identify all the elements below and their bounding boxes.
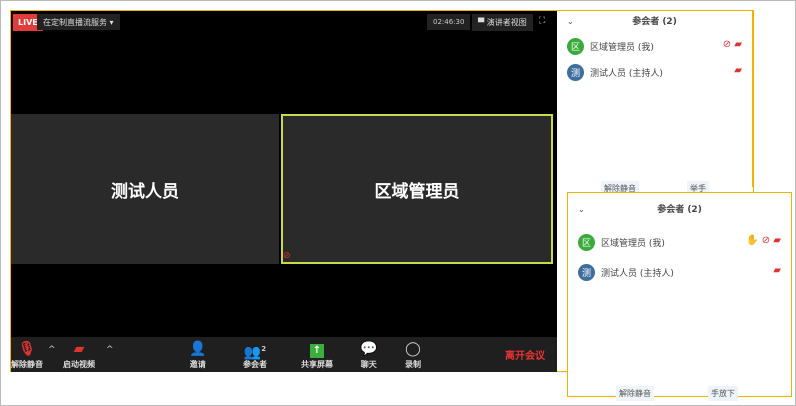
audio-options-caret-icon[interactable]: ^ bbox=[48, 345, 56, 355]
video-off-icon: ▰ bbox=[773, 235, 781, 246]
avatar: 区 bbox=[578, 233, 595, 251]
muted-mic-icon: ⊘ bbox=[761, 235, 771, 246]
video-off-icon: ▰ bbox=[734, 39, 742, 50]
meeting-timer: 02:46:30 bbox=[427, 14, 471, 30]
avatar: 测 bbox=[567, 63, 584, 81]
participant-name: 区域管理员 (我) bbox=[601, 238, 665, 249]
participant-name: 测试人员 (主持人) bbox=[590, 68, 663, 79]
stream-title-dropdown[interactable]: 在定制直播流服务 ▾ bbox=[37, 14, 120, 30]
avatar: 测 bbox=[578, 263, 595, 281]
lower-hand-button[interactable]: 手放下 bbox=[708, 386, 738, 401]
start-video-button[interactable]: ▰ 启动视频 bbox=[63, 339, 95, 370]
participant-row[interactable]: 测测试人员 (主持人) ▰ bbox=[568, 257, 791, 287]
toolbar: 🎙 解除静音 ^ ▰ 启动视频 ^ 👤 邀请 👥2 参会者 ↑ 共享屏幕 💬 聊天 ◯ 录制 … bbox=[11, 337, 557, 372]
speaker-view-button[interactable]: ▀ 演讲者视图 bbox=[472, 14, 533, 31]
participant-row[interactable]: 测测试人员 (主持人) ▰ bbox=[557, 59, 752, 85]
video-tile[interactable]: 测试人员 bbox=[11, 114, 279, 264]
participants-icon: 👥2 bbox=[243, 344, 267, 361]
chat-label: 聊天 bbox=[360, 360, 377, 369]
leave-meeting-button[interactable]: 离开会议 bbox=[505, 347, 545, 362]
muted-mic-icon: ⊘ bbox=[283, 251, 291, 261]
collapse-chevron-icon[interactable]: ⌄ bbox=[578, 193, 585, 227]
unmute-button[interactable]: 解除静音 bbox=[616, 386, 654, 401]
participants-button[interactable]: 👥2 参会者 bbox=[243, 339, 267, 370]
tile-name: 测试人员 bbox=[111, 181, 179, 202]
tile-name: 区域管理员 bbox=[374, 181, 460, 202]
participant-name: 测试人员 (主持人) bbox=[601, 268, 674, 279]
record-icon: ◯ bbox=[405, 341, 421, 357]
avatar: 区 bbox=[567, 37, 584, 55]
participant-row[interactable]: 区区域管理员 (我) ⊘ ▰ bbox=[557, 33, 752, 59]
participants-panel: ⌄ 参会者 (2) 区区域管理员 (我) ⊘ ▰ 测测试人员 (主持人) ▰ 解除静音… bbox=[557, 11, 753, 196]
record-label: 录制 bbox=[405, 360, 421, 369]
video-off-icon: ▰ bbox=[773, 265, 781, 276]
invite-label: 邀请 bbox=[189, 360, 206, 369]
speaker-view-label: 演讲者视图 bbox=[486, 18, 527, 27]
unmute-label: 解除静音 bbox=[11, 360, 43, 369]
video-tile-active[interactable]: 区域管理员 bbox=[281, 114, 553, 264]
video-options-caret-icon[interactable]: ^ bbox=[106, 345, 114, 355]
panel-title: 参会者 (2) bbox=[632, 17, 677, 27]
start-video-label: 启动视频 bbox=[63, 360, 95, 369]
video-area: LIVE 在定制直播流服务 ▾ 02:46:30 ▀ 演讲者视图 ⛶ 测试人员 … bbox=[11, 11, 557, 337]
chat-button[interactable]: 💬 聊天 bbox=[360, 339, 377, 370]
share-screen-button[interactable]: ↑ 共享屏幕 bbox=[301, 339, 333, 370]
raised-hand-icon: ✋ bbox=[746, 235, 759, 246]
share-label: 共享屏幕 bbox=[301, 360, 333, 369]
chat-icon: 💬 bbox=[360, 341, 378, 357]
fullscreen-icon[interactable]: ⛶ bbox=[539, 16, 545, 26]
muted-mic-icon: ⊘ bbox=[722, 39, 732, 50]
panel-title: 参会者 (2) bbox=[657, 205, 702, 215]
collapse-chevron-icon[interactable]: ⌄ bbox=[567, 11, 574, 33]
muted-mic-icon: 🎙 bbox=[18, 341, 36, 357]
invite-icon: 👤 bbox=[189, 341, 207, 357]
video-off-icon: ▰ bbox=[734, 65, 742, 76]
record-button[interactable]: ◯ 录制 bbox=[405, 339, 421, 370]
participants-count: 2 bbox=[261, 345, 267, 353]
participants-label: 参会者 bbox=[243, 360, 267, 369]
participant-row[interactable]: 区区域管理员 (我) ✋ ⊘ ▰ bbox=[568, 227, 791, 257]
invite-button[interactable]: 👤 邀请 bbox=[189, 339, 206, 370]
unmute-button[interactable]: 🎙 解除静音 bbox=[11, 339, 43, 370]
participant-name: 区域管理员 (我) bbox=[590, 42, 654, 53]
share-screen-icon: ↑ bbox=[301, 339, 333, 359]
participants-panel-popup: ⌄ 参会者 (2) 区区域管理员 (我) ✋ ⊘ ▰ 测测试人员 (主持人) ▰ 解除… bbox=[567, 192, 792, 401]
video-off-icon: ▰ bbox=[73, 341, 85, 357]
grid-icon: ▀ bbox=[478, 18, 487, 27]
